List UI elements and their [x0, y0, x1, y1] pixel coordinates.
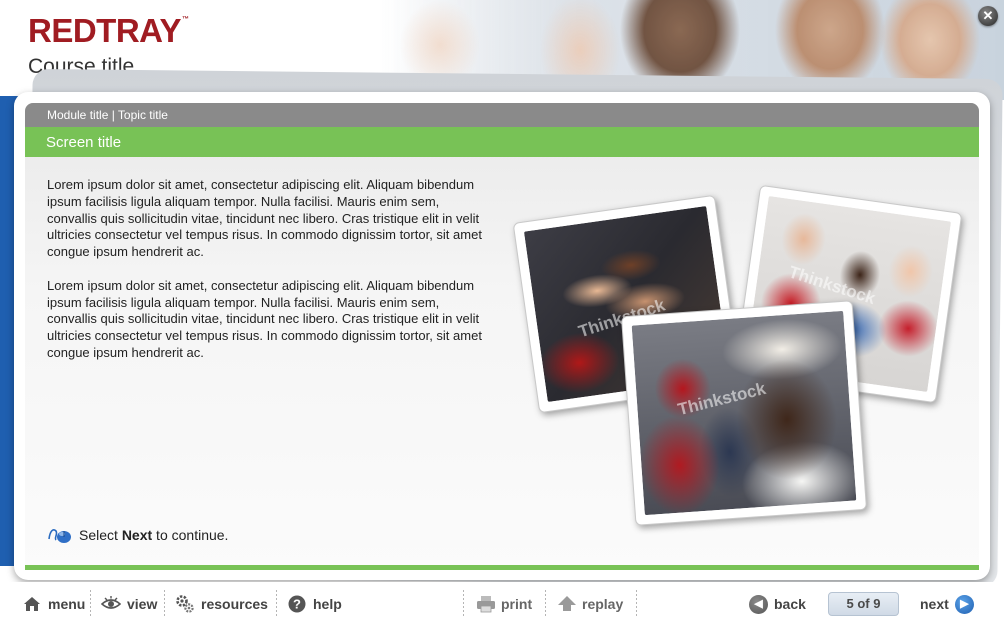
next-button[interactable]: next ▶	[920, 590, 974, 618]
replay-button[interactable]: replay	[556, 590, 623, 618]
back-arrow-icon: ◀	[749, 594, 768, 614]
printer-icon	[475, 594, 495, 614]
resources-label: resources	[201, 596, 268, 612]
divider	[463, 590, 464, 618]
close-icon[interactable]: ✕	[978, 6, 998, 26]
view-label: view	[127, 596, 158, 612]
breadcrumb: Module title | Topic title	[25, 103, 979, 127]
help-button[interactable]: ? help	[287, 590, 342, 618]
body-paragraph: Lorem ipsum dolor sit amet, consectetur …	[47, 177, 482, 260]
brand-logo: REDTRAY™	[28, 12, 189, 49]
next-label: next	[920, 596, 949, 612]
next-arrow-icon: ▶	[954, 594, 974, 614]
body-text: Lorem ipsum dolor sit amet, consectetur …	[47, 177, 487, 379]
menu-button[interactable]: menu	[22, 590, 85, 618]
mouse-click-icon	[47, 525, 71, 545]
view-button[interactable]: view	[100, 590, 158, 618]
divider	[164, 590, 165, 618]
replay-arrow-icon	[556, 594, 576, 614]
svg-text:?: ?	[293, 597, 301, 612]
continue-prompt: Select Next to continue.	[47, 524, 228, 546]
divider	[90, 590, 91, 618]
eye-icon	[100, 594, 122, 614]
replay-label: replay	[582, 596, 624, 612]
body-paragraph: Lorem ipsum dolor sit amet, consectetur …	[47, 277, 482, 360]
divider	[276, 590, 277, 618]
watermark: Thinkstock	[675, 378, 768, 420]
back-button[interactable]: ◀ back	[749, 590, 806, 618]
home-icon	[22, 594, 42, 614]
gears-icon	[175, 594, 195, 614]
question-icon: ?	[287, 594, 307, 614]
menu-label: menu	[48, 596, 86, 612]
prompt-text: Select Next to continue.	[79, 527, 229, 543]
print-button[interactable]: print	[475, 590, 532, 618]
page-indicator: 5 of 9	[828, 592, 899, 616]
divider	[636, 590, 637, 618]
print-label: print	[501, 596, 533, 612]
divider	[545, 590, 546, 618]
photo-child-hat: Thinkstock	[620, 300, 868, 526]
screen-title: Screen title	[25, 127, 979, 157]
content-bottom-line	[25, 565, 979, 570]
resources-button[interactable]: resources	[175, 590, 268, 618]
back-label: back	[774, 596, 806, 612]
help-label: help	[313, 596, 342, 612]
